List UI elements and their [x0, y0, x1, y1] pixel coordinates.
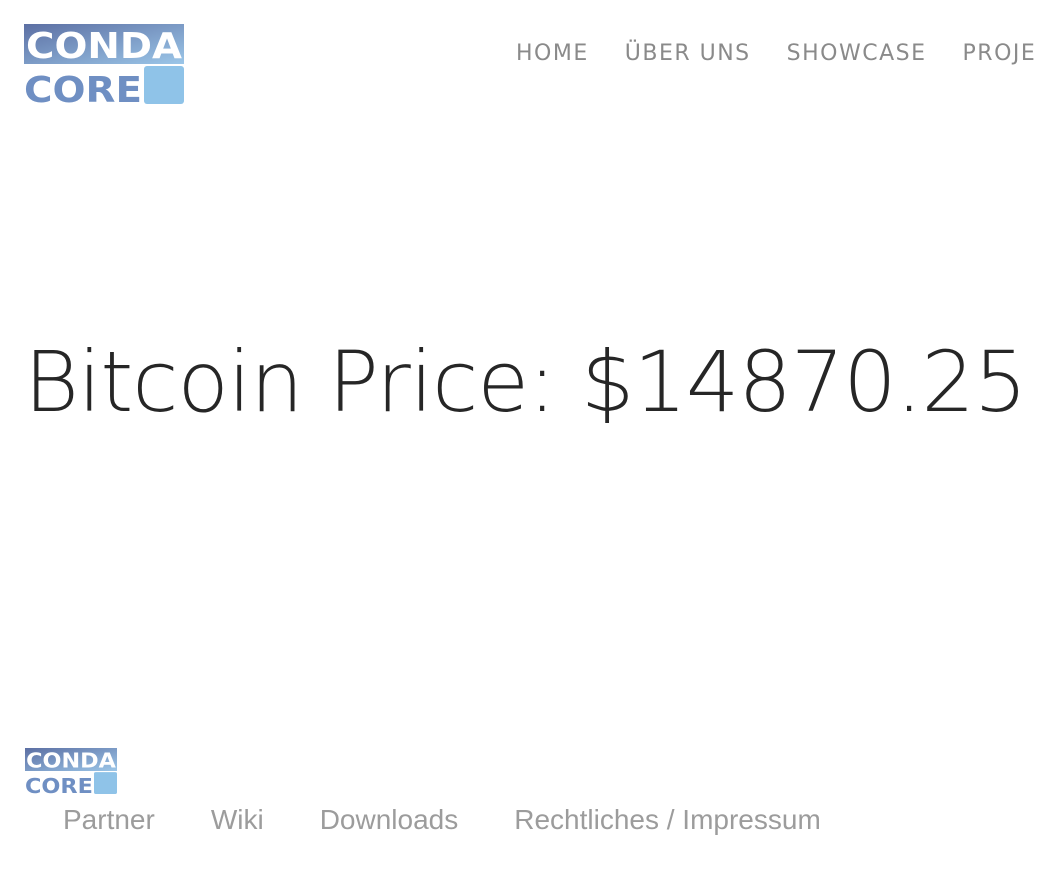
- nav-item-showcase[interactable]: SHOWCASE: [787, 38, 927, 70]
- logo-condacore[interactable]: CONDA CORE: [24, 24, 184, 104]
- footer-link-partner[interactable]: Partner: [63, 802, 155, 838]
- nav-item-home[interactable]: HOME: [516, 38, 589, 70]
- footer-links: Partner Wiki Downloads Rechtliches / Impres…: [63, 802, 877, 838]
- footer-logo-line2: CORE: [25, 774, 93, 794]
- price-value: $14870.25: [581, 333, 1027, 431]
- nav-item-projekte[interactable]: PROJE: [963, 38, 1037, 70]
- nav-item-ueber-uns[interactable]: ÜBER UNS: [625, 38, 751, 70]
- logo-line2: CORE: [24, 70, 142, 104]
- footer-link-impressum[interactable]: Rechtliches / Impressum: [514, 802, 821, 838]
- bitcoin-price-heading: Bitcoin Price: $14870.25: [24, 330, 1027, 434]
- page: CONDA CORE HOME ÜBER UNS SHOWCASE PROJE Bit…: [0, 0, 1058, 872]
- footer-logo-line1: CONDA: [26, 749, 116, 773]
- logo-line1: CONDA: [26, 26, 182, 67]
- footer-logo-condacore[interactable]: CONDA CORE: [24, 748, 118, 794]
- footer-link-downloads[interactable]: Downloads: [320, 802, 459, 838]
- footer-link-wiki[interactable]: Wiki: [211, 802, 264, 838]
- price-label: Bitcoin Price:: [24, 333, 556, 431]
- main-nav: HOME ÜBER UNS SHOWCASE PROJE: [516, 38, 1058, 70]
